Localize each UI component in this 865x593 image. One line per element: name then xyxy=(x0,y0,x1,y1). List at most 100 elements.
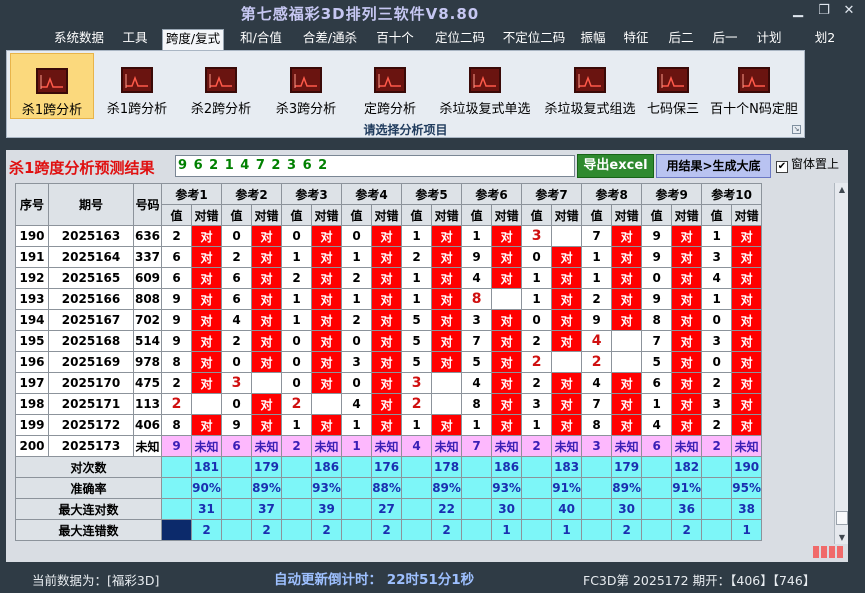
pending-value[interactable]: 6 xyxy=(221,435,253,457)
stats-value[interactable]: 38 xyxy=(731,498,763,520)
ref-value[interactable]: 1 xyxy=(581,267,613,289)
stats-value[interactable]: 91% xyxy=(671,477,703,499)
stats-blank[interactable] xyxy=(701,519,733,541)
ref-correct[interactable]: 对 xyxy=(251,267,283,289)
ref-value[interactable]: 6 xyxy=(221,267,253,289)
stats-blank[interactable] xyxy=(581,498,613,520)
row-number[interactable]: 609 xyxy=(133,267,162,289)
stats-label[interactable]: 最大连对数 xyxy=(15,498,162,520)
ref-value[interactable]: 2 xyxy=(401,246,433,268)
ref-correct[interactable]: 对 xyxy=(551,246,583,268)
ref-correct[interactable]: 对 xyxy=(251,246,283,268)
ref-correct[interactable]: 对 xyxy=(731,288,763,310)
pending-result[interactable]: 未知 xyxy=(190,435,223,457)
row-seq[interactable]: 196 xyxy=(15,351,49,373)
ref-value[interactable]: 0 xyxy=(701,351,733,373)
stats-blank[interactable] xyxy=(221,456,253,478)
value-header[interactable]: 值 xyxy=(521,204,553,226)
ref-value[interactable]: 2 xyxy=(281,393,313,415)
ref-value[interactable]: 5 xyxy=(401,351,433,373)
ref-correct[interactable]: 对 xyxy=(371,330,403,352)
ref-correct[interactable]: 对 xyxy=(251,288,283,310)
ref-value[interactable]: 3 xyxy=(221,372,253,394)
ref-value[interactable]: 1 xyxy=(701,288,733,310)
ref-value[interactable]: 7 xyxy=(641,330,673,352)
result-header[interactable]: 对错 xyxy=(371,204,403,226)
stats-value[interactable]: 186 xyxy=(311,456,343,478)
ref-value[interactable]: 0 xyxy=(221,393,253,415)
table-row[interactable]: 192 2025165 609 6 对 6 对 2 对 2 对 1 对 4 对 1 对 1 对 0 对 4 对 xyxy=(15,267,763,289)
row-number[interactable]: 636 xyxy=(133,225,162,247)
ribbon-button-7[interactable]: 七码保三 xyxy=(642,53,704,119)
ref-wrong[interactable] xyxy=(491,288,523,310)
ref-correct[interactable]: 对 xyxy=(611,288,643,310)
stats-blank[interactable] xyxy=(641,456,673,478)
table-row[interactable]: 196 2025169 978 8 对 0 对 0 对 3 对 5 对 5 对 2 2 5 对 0 对 xyxy=(15,351,763,373)
ref-value[interactable]: 9 xyxy=(161,288,192,310)
ref-header[interactable]: 参考3 xyxy=(281,183,343,205)
value-header[interactable]: 值 xyxy=(461,204,493,226)
result-header[interactable]: 对错 xyxy=(491,204,523,226)
ref-correct[interactable]: 对 xyxy=(431,225,463,247)
ref-correct[interactable]: 对 xyxy=(611,414,643,436)
stats-value[interactable]: 91% xyxy=(551,477,583,499)
pending-result[interactable]: 未知 xyxy=(491,435,523,457)
result-header[interactable]: 对错 xyxy=(671,204,703,226)
ref-correct[interactable]: 对 xyxy=(551,414,583,436)
result-header[interactable]: 对错 xyxy=(311,204,343,226)
minimize-button[interactable]: ▁ xyxy=(788,2,808,20)
col-seq-header[interactable]: 序号 xyxy=(15,183,49,226)
ref-value[interactable]: 3 xyxy=(701,393,733,415)
ref-wrong[interactable] xyxy=(611,330,643,352)
stats-value[interactable]: 30 xyxy=(491,498,523,520)
ref-header[interactable]: 参考4 xyxy=(341,183,403,205)
pending-value[interactable]: 6 xyxy=(641,435,673,457)
stats-value[interactable]: 182 xyxy=(671,456,703,478)
result-header[interactable]: 对错 xyxy=(431,204,463,226)
stats-value[interactable]: 88% xyxy=(371,477,403,499)
ref-wrong[interactable] xyxy=(431,372,463,394)
ref-correct[interactable]: 对 xyxy=(371,267,403,289)
ref-value[interactable]: 5 xyxy=(401,330,433,352)
ref-value[interactable]: 0 xyxy=(701,309,733,331)
ref-value[interactable]: 1 xyxy=(581,246,613,268)
ref-correct[interactable]: 对 xyxy=(431,309,463,331)
row-period[interactable]: 2025169 xyxy=(48,351,134,373)
scroll-thumb[interactable] xyxy=(836,511,848,525)
row-period[interactable]: 2025166 xyxy=(48,288,134,310)
row-period[interactable]: 2025167 xyxy=(48,309,134,331)
table-row[interactable]: 191 2025164 337 6 对 2 对 1 对 1 对 2 对 9 对 0 对 1 对 9 对 3 对 xyxy=(15,246,763,268)
row-seq[interactable]: 199 xyxy=(15,414,49,436)
ref-value[interactable]: 0 xyxy=(521,309,553,331)
row-seq[interactable]: 194 xyxy=(15,309,49,331)
ref-header[interactable]: 参考10 xyxy=(701,183,763,205)
stats-blank[interactable] xyxy=(281,456,313,478)
stats-blank[interactable] xyxy=(641,498,673,520)
ref-correct[interactable]: 对 xyxy=(491,351,523,373)
stats-value[interactable]: 181 xyxy=(190,456,223,478)
stats-blank[interactable] xyxy=(581,477,613,499)
ref-correct[interactable]: 对 xyxy=(491,393,523,415)
ref-correct[interactable]: 对 xyxy=(731,393,763,415)
row-period[interactable]: 2025168 xyxy=(48,330,134,352)
stats-value[interactable]: 2 xyxy=(431,519,463,541)
ref-value[interactable]: 1 xyxy=(341,414,373,436)
row-period[interactable]: 2025164 xyxy=(48,246,134,268)
result-header[interactable]: 对错 xyxy=(251,204,283,226)
row-period[interactable]: 2025173 xyxy=(48,435,134,457)
ref-value[interactable]: 2 xyxy=(221,330,253,352)
stats-value[interactable]: 40 xyxy=(551,498,583,520)
ribbon-button-0[interactable]: 杀1跨分析 xyxy=(10,53,94,119)
ref-value[interactable]: 9 xyxy=(161,309,192,331)
topmost-checkbox[interactable]: ✔ 窗体置上 xyxy=(776,155,839,175)
result-header[interactable]: 对错 xyxy=(731,204,763,226)
ref-correct[interactable]: 对 xyxy=(190,372,223,394)
menu-8[interactable]: 振幅 xyxy=(574,29,612,49)
pending-result[interactable]: 未知 xyxy=(731,435,763,457)
row-number[interactable]: 406 xyxy=(133,414,162,436)
menu-1[interactable]: 工具 xyxy=(116,29,154,49)
ref-correct[interactable]: 对 xyxy=(611,246,643,268)
stats-value[interactable]: 89% xyxy=(611,477,643,499)
row-number[interactable]: 113 xyxy=(133,393,162,415)
ref-correct[interactable]: 对 xyxy=(491,330,523,352)
